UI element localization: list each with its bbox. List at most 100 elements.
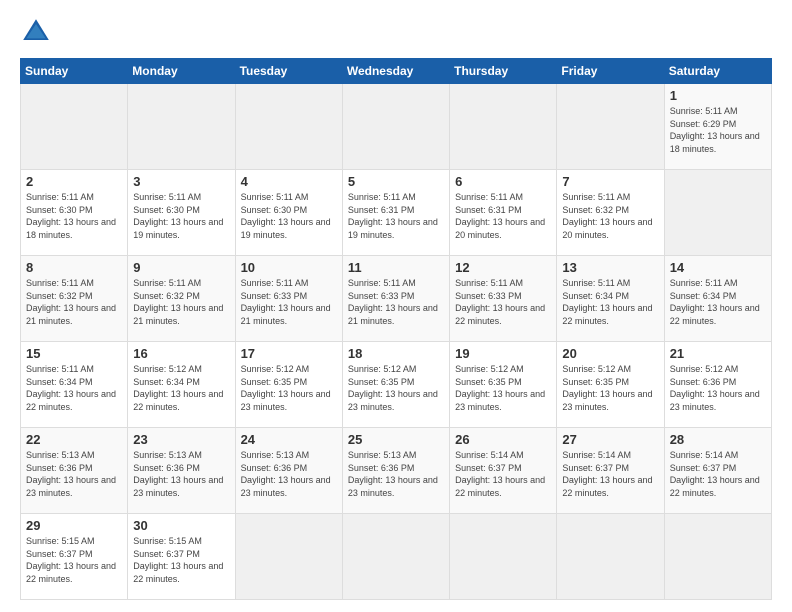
- day-info: Sunrise: 5:11 AMSunset: 6:32 PMDaylight:…: [133, 278, 223, 326]
- day-info: Sunrise: 5:15 AMSunset: 6:37 PMDaylight:…: [133, 536, 223, 584]
- day-info: Sunrise: 5:11 AMSunset: 6:34 PMDaylight:…: [26, 364, 116, 412]
- day-number: 13: [562, 260, 658, 275]
- calendar-cell: 21 Sunrise: 5:12 AMSunset: 6:36 PMDaylig…: [664, 342, 771, 428]
- day-info: Sunrise: 5:11 AMSunset: 6:30 PMDaylight:…: [26, 192, 116, 240]
- calendar-cell: 6 Sunrise: 5:11 AMSunset: 6:31 PMDayligh…: [450, 170, 557, 256]
- day-number: 12: [455, 260, 551, 275]
- day-info: Sunrise: 5:12 AMSunset: 6:35 PMDaylight:…: [241, 364, 331, 412]
- day-info: Sunrise: 5:12 AMSunset: 6:34 PMDaylight:…: [133, 364, 223, 412]
- day-number: 10: [241, 260, 337, 275]
- day-info: Sunrise: 5:14 AMSunset: 6:37 PMDaylight:…: [455, 450, 545, 498]
- calendar-cell: [450, 514, 557, 600]
- calendar-cell: 24 Sunrise: 5:13 AMSunset: 6:36 PMDaylig…: [235, 428, 342, 514]
- calendar-cell: 30 Sunrise: 5:15 AMSunset: 6:37 PMDaylig…: [128, 514, 235, 600]
- header-cell-sunday: Sunday: [21, 59, 128, 84]
- day-info: Sunrise: 5:11 AMSunset: 6:30 PMDaylight:…: [133, 192, 223, 240]
- day-number: 23: [133, 432, 229, 447]
- header-cell-monday: Monday: [128, 59, 235, 84]
- calendar-cell: [128, 84, 235, 170]
- calendar-cell: 28 Sunrise: 5:14 AMSunset: 6:37 PMDaylig…: [664, 428, 771, 514]
- calendar-cell: 7 Sunrise: 5:11 AMSunset: 6:32 PMDayligh…: [557, 170, 664, 256]
- day-info: Sunrise: 5:13 AMSunset: 6:36 PMDaylight:…: [348, 450, 438, 498]
- day-number: 29: [26, 518, 122, 533]
- header-row: SundayMondayTuesdayWednesdayThursdayFrid…: [21, 59, 772, 84]
- day-info: Sunrise: 5:11 AMSunset: 6:30 PMDaylight:…: [241, 192, 331, 240]
- header: [20, 16, 772, 48]
- day-info: Sunrise: 5:15 AMSunset: 6:37 PMDaylight:…: [26, 536, 116, 584]
- day-number: 20: [562, 346, 658, 361]
- calendar-cell: 13 Sunrise: 5:11 AMSunset: 6:34 PMDaylig…: [557, 256, 664, 342]
- day-number: 30: [133, 518, 229, 533]
- week-row-5: 29 Sunrise: 5:15 AMSunset: 6:37 PMDaylig…: [21, 514, 772, 600]
- calendar-cell: 23 Sunrise: 5:13 AMSunset: 6:36 PMDaylig…: [128, 428, 235, 514]
- day-number: 3: [133, 174, 229, 189]
- calendar-cell: 3 Sunrise: 5:11 AMSunset: 6:30 PMDayligh…: [128, 170, 235, 256]
- day-number: 27: [562, 432, 658, 447]
- header-cell-wednesday: Wednesday: [342, 59, 449, 84]
- day-number: 11: [348, 260, 444, 275]
- day-number: 1: [670, 88, 766, 103]
- day-info: Sunrise: 5:12 AMSunset: 6:36 PMDaylight:…: [670, 364, 760, 412]
- calendar-body: 1 Sunrise: 5:11 AMSunset: 6:29 PMDayligh…: [21, 84, 772, 600]
- calendar-cell: 25 Sunrise: 5:13 AMSunset: 6:36 PMDaylig…: [342, 428, 449, 514]
- day-info: Sunrise: 5:13 AMSunset: 6:36 PMDaylight:…: [133, 450, 223, 498]
- calendar-table: SundayMondayTuesdayWednesdayThursdayFrid…: [20, 58, 772, 600]
- day-info: Sunrise: 5:14 AMSunset: 6:37 PMDaylight:…: [670, 450, 760, 498]
- calendar-cell: 18 Sunrise: 5:12 AMSunset: 6:35 PMDaylig…: [342, 342, 449, 428]
- day-info: Sunrise: 5:11 AMSunset: 6:31 PMDaylight:…: [455, 192, 545, 240]
- day-number: 16: [133, 346, 229, 361]
- calendar-cell: [450, 84, 557, 170]
- week-row-0: 1 Sunrise: 5:11 AMSunset: 6:29 PMDayligh…: [21, 84, 772, 170]
- calendar-cell: 22 Sunrise: 5:13 AMSunset: 6:36 PMDaylig…: [21, 428, 128, 514]
- day-info: Sunrise: 5:11 AMSunset: 6:34 PMDaylight:…: [562, 278, 652, 326]
- calendar-cell: 26 Sunrise: 5:14 AMSunset: 6:37 PMDaylig…: [450, 428, 557, 514]
- calendar-cell: 14 Sunrise: 5:11 AMSunset: 6:34 PMDaylig…: [664, 256, 771, 342]
- day-info: Sunrise: 5:11 AMSunset: 6:32 PMDaylight:…: [26, 278, 116, 326]
- day-number: 22: [26, 432, 122, 447]
- day-info: Sunrise: 5:11 AMSunset: 6:33 PMDaylight:…: [455, 278, 545, 326]
- logo: [20, 16, 58, 48]
- calendar-cell: [557, 84, 664, 170]
- day-info: Sunrise: 5:11 AMSunset: 6:33 PMDaylight:…: [348, 278, 438, 326]
- calendar-cell: [664, 170, 771, 256]
- day-number: 7: [562, 174, 658, 189]
- day-number: 14: [670, 260, 766, 275]
- day-number: 19: [455, 346, 551, 361]
- calendar-cell: 9 Sunrise: 5:11 AMSunset: 6:32 PMDayligh…: [128, 256, 235, 342]
- day-number: 6: [455, 174, 551, 189]
- calendar-cell: 15 Sunrise: 5:11 AMSunset: 6:34 PMDaylig…: [21, 342, 128, 428]
- calendar-cell: [21, 84, 128, 170]
- day-number: 25: [348, 432, 444, 447]
- header-cell-thursday: Thursday: [450, 59, 557, 84]
- day-info: Sunrise: 5:11 AMSunset: 6:32 PMDaylight:…: [562, 192, 652, 240]
- day-number: 5: [348, 174, 444, 189]
- calendar-cell: 1 Sunrise: 5:11 AMSunset: 6:29 PMDayligh…: [664, 84, 771, 170]
- week-row-3: 15 Sunrise: 5:11 AMSunset: 6:34 PMDaylig…: [21, 342, 772, 428]
- week-row-1: 2 Sunrise: 5:11 AMSunset: 6:30 PMDayligh…: [21, 170, 772, 256]
- calendar-header: SundayMondayTuesdayWednesdayThursdayFrid…: [21, 59, 772, 84]
- calendar-cell: 5 Sunrise: 5:11 AMSunset: 6:31 PMDayligh…: [342, 170, 449, 256]
- day-number: 17: [241, 346, 337, 361]
- calendar-cell: 27 Sunrise: 5:14 AMSunset: 6:37 PMDaylig…: [557, 428, 664, 514]
- day-info: Sunrise: 5:11 AMSunset: 6:34 PMDaylight:…: [670, 278, 760, 326]
- calendar-cell: 20 Sunrise: 5:12 AMSunset: 6:35 PMDaylig…: [557, 342, 664, 428]
- calendar-cell: [557, 514, 664, 600]
- day-number: 9: [133, 260, 229, 275]
- calendar-cell: [235, 84, 342, 170]
- page: SundayMondayTuesdayWednesdayThursdayFrid…: [0, 0, 792, 612]
- day-info: Sunrise: 5:13 AMSunset: 6:36 PMDaylight:…: [241, 450, 331, 498]
- day-info: Sunrise: 5:12 AMSunset: 6:35 PMDaylight:…: [348, 364, 438, 412]
- calendar-cell: 19 Sunrise: 5:12 AMSunset: 6:35 PMDaylig…: [450, 342, 557, 428]
- calendar-cell: 2 Sunrise: 5:11 AMSunset: 6:30 PMDayligh…: [21, 170, 128, 256]
- calendar-cell: 17 Sunrise: 5:12 AMSunset: 6:35 PMDaylig…: [235, 342, 342, 428]
- calendar-cell: 4 Sunrise: 5:11 AMSunset: 6:30 PMDayligh…: [235, 170, 342, 256]
- calendar-cell: [342, 514, 449, 600]
- day-number: 24: [241, 432, 337, 447]
- header-cell-tuesday: Tuesday: [235, 59, 342, 84]
- logo-icon: [20, 16, 52, 48]
- week-row-2: 8 Sunrise: 5:11 AMSunset: 6:32 PMDayligh…: [21, 256, 772, 342]
- calendar-cell: [664, 514, 771, 600]
- day-number: 18: [348, 346, 444, 361]
- calendar-cell: [235, 514, 342, 600]
- calendar-cell: 16 Sunrise: 5:12 AMSunset: 6:34 PMDaylig…: [128, 342, 235, 428]
